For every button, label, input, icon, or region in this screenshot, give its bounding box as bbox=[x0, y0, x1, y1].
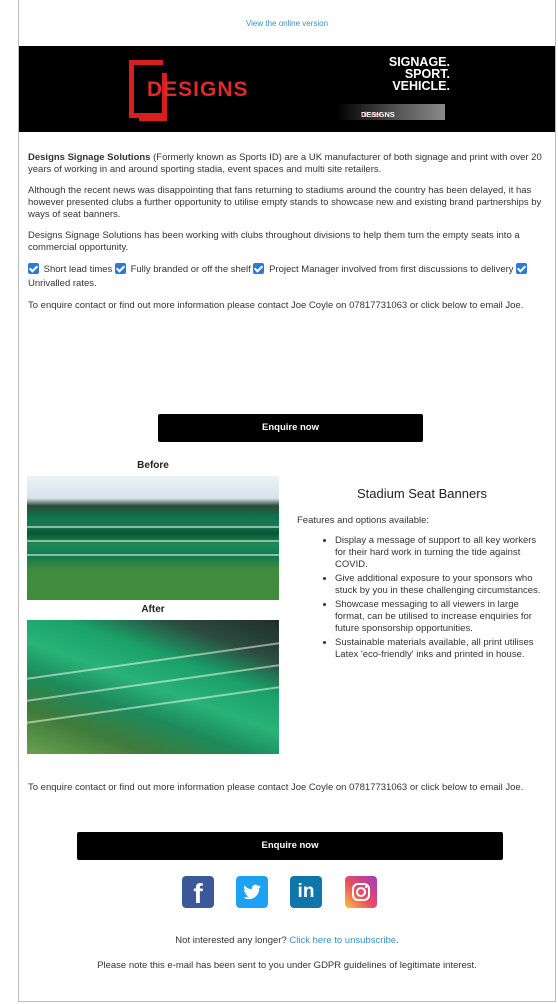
features-block: Features and options available: Display … bbox=[297, 515, 549, 663]
features-list: Display a message of support to all key … bbox=[297, 535, 549, 661]
intro-section: Designs Signage Solutions (Formerly know… bbox=[28, 152, 546, 321]
company-name: Designs Signage Solutions bbox=[28, 152, 151, 163]
facebook-icon[interactable]: f bbox=[182, 876, 214, 909]
seat-row-line bbox=[27, 554, 279, 556]
intro-paragraph-1: Designs Signage Solutions (Formerly know… bbox=[28, 152, 542, 175]
feature-item: Display a message of support to all key … bbox=[335, 535, 549, 571]
preheader: View the online version bbox=[19, 0, 555, 46]
social-links: f in bbox=[182, 876, 392, 910]
seat-row-line bbox=[27, 526, 279, 528]
linkedin-icon[interactable]: in bbox=[290, 876, 322, 908]
feature-item: Showcase messaging to all viewers in lar… bbox=[335, 599, 549, 635]
banner-row-line bbox=[27, 642, 279, 680]
benefits-checklist: Short lead times Fully branded or off th… bbox=[28, 263, 546, 291]
enquire-now-button[interactable]: Enquire now bbox=[158, 414, 423, 442]
features-intro: Features and options available: bbox=[297, 515, 430, 526]
intro-paragraph-3: Designs Signage Solutions has been worki… bbox=[28, 230, 520, 253]
feature-item: Give additional exposure to your sponsor… bbox=[335, 573, 549, 597]
seat-row-line bbox=[27, 540, 279, 542]
enquire-text-bottom: To enquire contact or find out more info… bbox=[28, 782, 524, 793]
header-banner: DESIGNS SIGNAGE. SPORT. VEHICLE. DESIGNS… bbox=[19, 46, 555, 132]
after-label: After bbox=[141, 604, 165, 615]
before-photo bbox=[27, 476, 279, 600]
banner-row-line bbox=[27, 664, 279, 702]
twitter-icon[interactable] bbox=[236, 876, 268, 908]
unsubscribe-line: Not interested any longer? Click here to… bbox=[175, 935, 399, 946]
view-online-link[interactable]: View the online version bbox=[246, 19, 328, 28]
email-frame: View the online version DESIGNS SIGNAGE.… bbox=[18, 0, 556, 1002]
designs-logo: DESIGNS bbox=[147, 78, 249, 101]
enquire-now-button-bottom[interactable]: Enquire now bbox=[77, 832, 503, 860]
checkbox-icon bbox=[253, 263, 265, 274]
before-label: Before bbox=[137, 460, 169, 471]
checkbox-icon bbox=[516, 263, 528, 274]
enquire-text-top: To enquire contact or find out more info… bbox=[28, 300, 524, 311]
unsubscribe-link[interactable]: Click here to unsubscribe bbox=[289, 935, 396, 946]
instagram-icon[interactable] bbox=[345, 876, 377, 908]
tagline: SIGNAGE. SPORT. VEHICLE. bbox=[389, 56, 450, 93]
feature-item: Sustainable materials available, all pri… bbox=[335, 637, 549, 661]
after-photo bbox=[27, 620, 279, 754]
checkbox-icon bbox=[114, 263, 126, 274]
tagline-vehicle: VEHICLE. bbox=[392, 79, 450, 93]
website-badge: DESIGNS uk.net bbox=[337, 104, 445, 120]
gdpr-notice: Please note this e-mail has been sent to… bbox=[97, 960, 477, 971]
checkbox-icon bbox=[28, 263, 39, 274]
intro-paragraph-2: Although the recent news was disappointi… bbox=[28, 185, 542, 220]
banner-row-line bbox=[27, 686, 279, 724]
section-title: Stadium Seat Banners bbox=[356, 486, 488, 501]
